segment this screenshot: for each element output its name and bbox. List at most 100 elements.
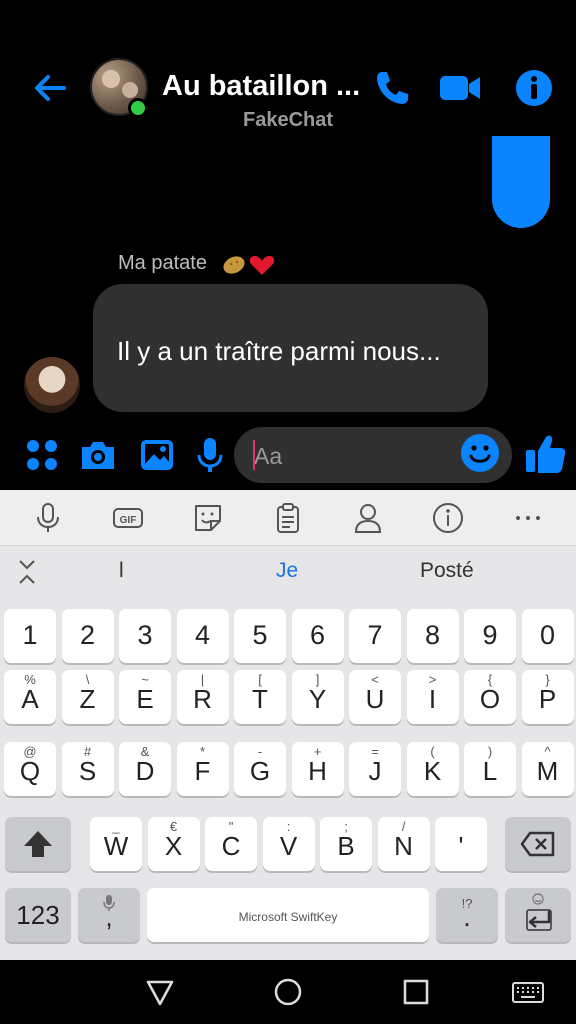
key-label: S bbox=[78, 756, 97, 786]
phone-icon[interactable] bbox=[370, 66, 414, 110]
key-u[interactable]: < U bbox=[349, 670, 401, 724]
key-o[interactable]: {O bbox=[464, 670, 516, 724]
key-0[interactable]: 0 bbox=[521, 609, 574, 663]
sender-avatar[interactable] bbox=[24, 357, 80, 413]
key-label: Z bbox=[79, 684, 96, 714]
key-r[interactable]: | R bbox=[176, 670, 229, 724]
suggestion-center[interactable]: Je bbox=[276, 559, 298, 583]
shift-key[interactable] bbox=[5, 817, 71, 871]
key-v[interactable]: :V bbox=[262, 817, 315, 871]
conversation-title[interactable]: Au bataillon ... bbox=[162, 70, 372, 103]
message-composer bbox=[0, 425, 576, 487]
key-label: M bbox=[536, 756, 559, 786]
key-label: I bbox=[428, 684, 437, 714]
key-h[interactable]: + H bbox=[291, 742, 344, 796]
gif-icon[interactable]: GIF bbox=[112, 502, 144, 534]
key-4[interactable]: 4 bbox=[176, 609, 229, 663]
space-bar-brand: Microsoft SwiftKey bbox=[238, 910, 338, 924]
numbers-key-label: 123 bbox=[16, 900, 60, 930]
sticker-icon[interactable] bbox=[192, 502, 224, 534]
key-label: E bbox=[136, 684, 154, 714]
key-t[interactable]: [T bbox=[234, 670, 286, 724]
apps-icon[interactable] bbox=[22, 435, 62, 475]
key-label: P bbox=[538, 684, 557, 714]
key-n[interactable]: / N bbox=[377, 817, 430, 871]
key-label: ' bbox=[458, 831, 464, 861]
home-circle-icon[interactable] bbox=[272, 976, 304, 1008]
microphone-icon[interactable] bbox=[190, 435, 230, 475]
key-k[interactable]: (K bbox=[406, 742, 459, 796]
system-navigation-bar bbox=[0, 960, 576, 1024]
enter-key[interactable] bbox=[505, 888, 571, 942]
keyboard-icon[interactable] bbox=[512, 976, 544, 1008]
key-f[interactable]: * F bbox=[176, 742, 229, 796]
emoji-icon[interactable] bbox=[460, 433, 500, 473]
key-label: R bbox=[193, 684, 212, 714]
microphone-icon[interactable] bbox=[32, 502, 64, 534]
key-x[interactable]: € X bbox=[147, 817, 200, 871]
key-apostrophe[interactable]: ' bbox=[435, 817, 487, 871]
key-label: 7 bbox=[367, 620, 383, 650]
key-w[interactable]: _ W bbox=[90, 817, 142, 871]
key-s[interactable]: # S bbox=[61, 742, 114, 796]
image-icon[interactable] bbox=[137, 435, 177, 475]
key-2[interactable]: 2 bbox=[61, 609, 114, 663]
key-3[interactable]: 3 bbox=[119, 609, 171, 663]
info-icon[interactable] bbox=[512, 66, 556, 110]
key-p[interactable]: } P bbox=[521, 670, 574, 724]
space-bar[interactable]: Microsoft SwiftKey bbox=[147, 888, 429, 942]
collapse-icon[interactable] bbox=[14, 557, 40, 587]
profile-icon[interactable] bbox=[352, 502, 384, 534]
key-label: H bbox=[308, 756, 327, 786]
period-key[interactable]: !? . bbox=[436, 888, 498, 942]
key-label: L bbox=[482, 756, 498, 786]
key-label: 2 bbox=[79, 620, 96, 650]
thumbs-up-icon[interactable] bbox=[524, 431, 566, 475]
key-i[interactable]: > I bbox=[406, 670, 459, 724]
key-j[interactable]: = J bbox=[349, 742, 401, 796]
back-triangle-icon[interactable] bbox=[144, 976, 176, 1008]
info-icon[interactable] bbox=[432, 502, 464, 534]
key-a[interactable]: % A bbox=[4, 670, 56, 724]
key-9[interactable]: 9 bbox=[464, 609, 516, 663]
key-7[interactable]: 7 bbox=[349, 609, 401, 663]
key-8[interactable]: 8 bbox=[406, 609, 459, 663]
suggestion-left[interactable]: l bbox=[119, 559, 124, 583]
message-input[interactable] bbox=[254, 439, 444, 473]
key-label: N bbox=[394, 831, 413, 861]
key-label: O bbox=[479, 684, 501, 714]
recents-square-icon[interactable] bbox=[400, 976, 432, 1008]
arrow-left-icon[interactable] bbox=[30, 68, 70, 108]
key-label: C bbox=[221, 831, 241, 861]
key-z[interactable]: \ Z bbox=[61, 670, 114, 724]
key-label: 4 bbox=[194, 620, 211, 650]
key-c[interactable]: " C bbox=[205, 817, 257, 871]
key-q[interactable]: @ Q bbox=[4, 742, 56, 796]
key-5[interactable]: 5 bbox=[234, 609, 286, 663]
numbers-symbols-key[interactable]: 123 bbox=[5, 888, 71, 942]
key-label: 8 bbox=[424, 620, 441, 650]
clipboard-icon[interactable] bbox=[272, 502, 304, 534]
key-e[interactable]: ~ E bbox=[119, 670, 171, 724]
key-l[interactable]: ) L bbox=[464, 742, 516, 796]
key-label: F bbox=[194, 756, 211, 786]
return-arrow-icon bbox=[526, 909, 552, 931]
comma-key[interactable]: , bbox=[78, 888, 140, 942]
sent-message-bubble[interactable] bbox=[492, 136, 550, 228]
key-b[interactable]: ; B bbox=[320, 817, 372, 871]
key-label: 5 bbox=[252, 620, 268, 650]
camera-icon[interactable] bbox=[78, 435, 118, 475]
suggestion-right[interactable]: Posté bbox=[420, 559, 474, 583]
key-label: D bbox=[135, 756, 155, 786]
key-y[interactable]: ] Y bbox=[291, 670, 344, 724]
key-6[interactable]: 6 bbox=[291, 609, 344, 663]
backspace-key[interactable] bbox=[505, 817, 571, 871]
video-camera-icon[interactable] bbox=[438, 66, 482, 110]
key-g[interactable]: -G bbox=[234, 742, 286, 796]
key-label: G bbox=[249, 756, 271, 786]
key-d[interactable]: & D bbox=[119, 742, 171, 796]
key-1[interactable]: 1 bbox=[4, 609, 56, 663]
text-cursor bbox=[253, 440, 255, 470]
more-icon[interactable] bbox=[512, 502, 544, 534]
key-m[interactable]: ^ M bbox=[521, 742, 574, 796]
